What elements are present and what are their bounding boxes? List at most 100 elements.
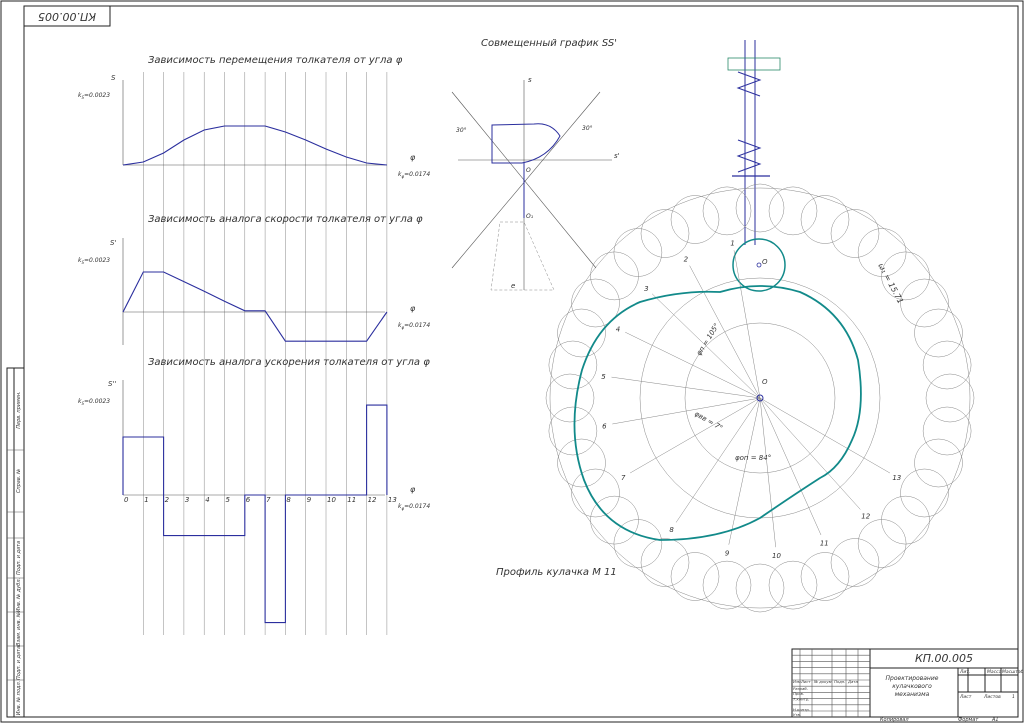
tick-label: 13 [388,496,397,504]
position-number: 13 [892,474,901,482]
top-stamp-code: КП.00.005 [38,10,96,23]
velocity-curve [122,271,388,342]
title-profile: Профиль кулачка М 11 [496,567,617,578]
title-block-code: КП.00.005 [915,652,973,665]
title-a-graph: Зависимость аналога ускорения толкателя … [148,357,430,368]
v-phi-label: φ [410,304,416,313]
v-axis-label: S' [110,239,116,247]
combined-e: e [511,282,515,290]
position-number: 11 [820,539,829,547]
tb-header: Подп. [834,679,846,684]
phi-op-label: φоп = 84° [735,454,771,462]
roller-position [800,195,850,244]
tb-header: № докум. [813,679,833,684]
tb-role: Утв. [793,712,801,717]
roller-position [922,340,972,390]
graph-acceleration: Зависимость аналога ускорения толкателя … [78,357,430,624]
ray [759,397,776,548]
tick-label: 0 [124,496,129,504]
tick-label: 3 [185,496,189,504]
displacement-curve [122,125,387,166]
ray [728,397,761,545]
roller-position [571,468,620,518]
roller-position [830,538,880,587]
tick-label: 8 [286,496,291,504]
roller-position [548,406,598,456]
roller-position [768,560,818,610]
roller-position [670,552,720,601]
ray [759,397,891,474]
s-phi-label: φ [410,153,416,162]
roller-position [545,373,595,423]
roller-position [613,228,663,277]
a-ks: kS=0.0023 [78,398,110,406]
position-number: 8 [669,526,674,534]
combined-sprime-label: s' [614,152,620,160]
tb-role: Т.контр. [793,696,809,701]
title-block-name-2: кулачкового [892,683,932,690]
roller-position [640,538,690,587]
tick-label: 2 [165,496,170,504]
position-number: 10 [772,552,781,560]
acceleration-ticks: 0 1 2 3 4 5 6 7 8 9 10 11 12 13 [124,496,397,504]
s-kphi: kφ=0.0174 [398,171,430,179]
roller-position [768,186,818,236]
position-number: 5 [601,373,606,381]
roller-position [830,209,880,258]
a-phi-label: φ [410,485,416,494]
v-ks: kS=0.0023 [78,257,110,265]
roller-position [557,438,606,488]
tick-label: 5 [226,496,231,504]
combined-s-label: s [528,76,532,84]
graph-velocity: Зависимость аналога скорости толкателя о… [78,214,430,345]
v-kphi: kφ=0.0174 [398,322,430,330]
position-number: 6 [602,422,607,430]
radial-rays [611,250,891,548]
title-block-name-1: Проектирование [886,675,939,682]
side-label-4: Инв. № дубл. [16,578,22,612]
title-combined: Совмещенный график SS' [481,38,617,49]
follower-spring [727,40,781,245]
roller [732,238,786,292]
title-block-copied: Копировал [880,717,909,723]
roller-position [735,563,785,613]
roller-position [590,251,639,301]
title-block-lit: Лит. [959,669,970,675]
roller-position [857,519,907,568]
title-v-graph: Зависимость аналога скорости толкателя о… [148,214,423,225]
title-block-sheets: Листов [983,694,1001,700]
roller-position [900,468,949,518]
tb-header: Лист [800,679,811,684]
roller-position [670,195,720,244]
roller-position [557,308,606,358]
combined-angle-right: 30° [582,125,593,132]
engineering-drawing: КП.00.005 Перв. примен. Справ. № Подп. и… [0,0,1024,723]
combined-o: O [526,167,531,174]
roller-position [800,552,850,601]
side-label-5: Взам. инв. № [16,612,22,646]
ray [689,265,761,399]
position-number: 1 [730,239,734,247]
roller-position [590,495,639,545]
tick-label: 9 [307,496,312,504]
tick-label: 12 [368,496,377,504]
roller-position [640,209,690,258]
combined-o1: O₁ [526,213,534,220]
ray [733,250,761,399]
title-block-name-3: механизма [895,691,930,698]
a-axis-label: S'' [108,380,116,388]
combined-graph: Совмещенный график SS' s s' O O₁ 30° 30°… [451,38,620,291]
roller-position [881,495,930,545]
top-stamp: КП.00.005 [23,5,111,27]
position-number: 4 [616,326,620,334]
acceleration-curve [122,404,388,624]
graph-displacement: Зависимость перемещения толкателя от угл… [78,55,430,179]
roller-position [914,438,963,488]
title-block-format-value: А1 [991,717,999,723]
tick-label: 7 [266,496,271,504]
a-kphi: kφ=0.0174 [398,503,430,511]
roller-o: O [762,258,768,266]
tick-label: 1 [144,496,148,504]
roller-position [702,186,752,236]
title-block-sheets-count: 1 [1012,694,1015,700]
